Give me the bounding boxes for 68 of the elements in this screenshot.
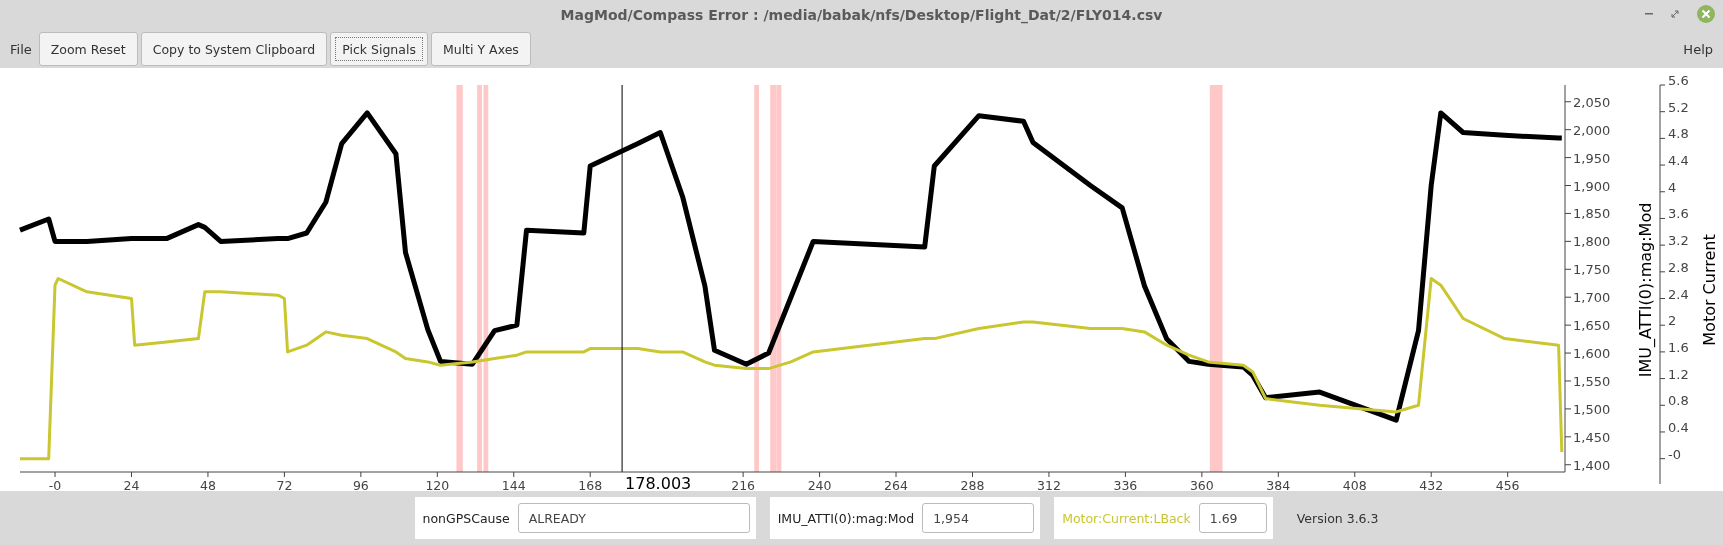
axis-tick-label: 1,600 (1573, 346, 1611, 362)
toolbar-button[interactable]: Multi Y Axes (430, 32, 531, 66)
readout-label: nonGPSCause (422, 510, 510, 526)
axis-tick-label: 120 (425, 478, 450, 491)
axis-tick-label: 360 (1189, 478, 1214, 491)
axis-tick-label: 5.2 (1668, 99, 1689, 115)
axis-tick-label: 264 (884, 478, 908, 491)
readout-field[interactable]: 1.69 (1198, 503, 1267, 533)
axis-tick-label: 1,450 (1573, 429, 1611, 445)
axis-tick-label: 96 (352, 478, 369, 491)
axis-tick-label: 384 (1266, 478, 1291, 491)
axis-tick-label: 1,950 (1573, 150, 1611, 166)
readout-label: Motor:Current:LBack (1062, 510, 1191, 526)
axis-tick-label: 1,500 (1573, 401, 1611, 417)
toolbar-button[interactable]: Copy to System Clipboard (140, 32, 328, 66)
axis-tick-label: 4.4 (1668, 153, 1689, 169)
axis-tick-label: 1,850 (1573, 206, 1611, 222)
axis-tick-label: 48 (200, 478, 216, 491)
axis-tick-label: 432 (1419, 478, 1444, 491)
file-menu[interactable]: File (6, 41, 36, 57)
axis-tick-label: 1,400 (1573, 457, 1611, 473)
axis-tick-label: 0.4 (1668, 419, 1689, 435)
axis-tick-label: 288 (960, 478, 985, 491)
axis-tick-label: -0 (1668, 446, 1681, 462)
version-label: Version 3.6.3 (1296, 510, 1379, 526)
axis-tick-label: 312 (1037, 478, 1061, 491)
axis-tick-label: 408 (1342, 478, 1367, 491)
axis-tick-label: 0.8 (1668, 393, 1689, 409)
readout-label: IMU_ATTI(0):mag:Mod (777, 510, 915, 526)
axis-tick-label: 168 (578, 478, 603, 491)
axis-tick-label: 2.8 (1668, 259, 1689, 275)
axis-tick-label: 4.8 (1668, 126, 1689, 142)
axis-title: IMU_ATTI(0):mag:Mod (1636, 202, 1655, 378)
axis-tick-label: 336 (1113, 478, 1138, 491)
axis-tick-label: 1,750 (1573, 262, 1611, 278)
readout-field[interactable]: 1,954 (922, 503, 1035, 533)
axis-tick-label: 1,650 (1573, 318, 1611, 334)
axis-tick-label: 1.6 (1668, 339, 1689, 355)
axis-title: Motor Current (1700, 234, 1719, 346)
axis-tick-label: 5.6 (1668, 73, 1689, 88)
window-title: MagMod/Compass Error : /media/babak/nfs/Desktop/Flight_Dat/2/FLY014.csv (560, 7, 1163, 23)
axis-tick-label: 24 (123, 478, 140, 491)
axis-tick-label: 216 (731, 478, 756, 491)
axis-tick-label: 240 (807, 478, 832, 491)
axis-tick-label: 72 (276, 478, 293, 491)
help-menu[interactable]: Help (1679, 41, 1717, 57)
readout-field[interactable]: ALREADY (517, 503, 750, 533)
axis-tick-label: 2,000 (1573, 122, 1611, 138)
cursor-value: 178.003 (625, 474, 692, 491)
maximize-icon[interactable] (1671, 10, 1679, 18)
minimize-icon[interactable] (1645, 13, 1653, 15)
axis-tick-label: 1,800 (1573, 234, 1611, 250)
axis-tick-label: 1,700 (1573, 290, 1611, 306)
axis-tick-label: 144 (501, 478, 526, 491)
axis-tick-label: 1,550 (1573, 373, 1611, 389)
axis-tick-label: 456 (1495, 478, 1520, 491)
axis-tick-label: 2,050 (1573, 94, 1611, 110)
toolbar-button[interactable]: Pick Signals (330, 32, 428, 66)
axis-tick-label: 1.2 (1668, 366, 1689, 382)
close-icon[interactable] (1697, 5, 1715, 23)
axis-tick-label: 2.4 (1668, 286, 1689, 302)
axis-tick-label: 3.6 (1668, 206, 1689, 222)
axis-tick-label: 2 (1668, 313, 1677, 329)
axis-tick-label: 3.2 (1668, 233, 1689, 249)
axis-tick-label: -0 (48, 478, 62, 491)
axis-tick-label: 4 (1668, 179, 1677, 195)
toolbar-button[interactable]: Zoom Reset (38, 32, 138, 66)
axis-tick-label: 1,900 (1573, 178, 1611, 194)
